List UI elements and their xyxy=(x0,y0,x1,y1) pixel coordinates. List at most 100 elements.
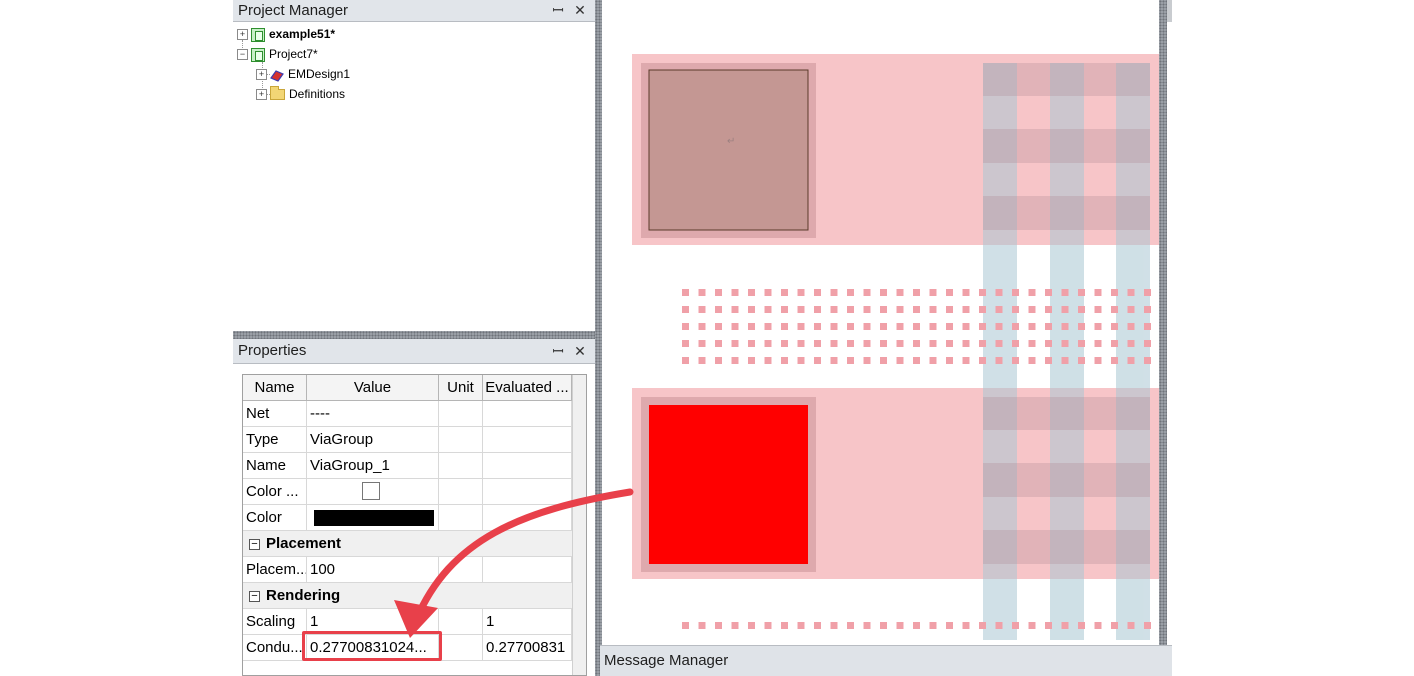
via-dot xyxy=(896,622,904,629)
via-dot xyxy=(1045,289,1052,296)
expand-icon[interactable]: + xyxy=(237,29,248,41)
tree-item-project7[interactable]: − Project7* xyxy=(237,45,318,63)
via-dot xyxy=(764,340,772,347)
collapse-icon[interactable]: − xyxy=(249,590,260,602)
svg-text:↵: ↵ xyxy=(727,136,735,147)
tree-item-label: Project7* xyxy=(269,47,318,61)
tree-item-emdesign1[interactable]: + EMDesign1 xyxy=(256,65,350,83)
layout-drawing: ↵ xyxy=(632,54,1159,640)
via-dot xyxy=(1094,622,1102,629)
column-header-unit[interactable]: Unit xyxy=(439,375,483,401)
via-dot xyxy=(682,323,689,330)
property-evaluated xyxy=(483,427,572,453)
property-name: Color ... xyxy=(243,479,307,505)
via-dot xyxy=(1045,306,1052,313)
expand-icon[interactable]: + xyxy=(256,69,267,81)
em-design-icon xyxy=(270,69,284,82)
via-dot xyxy=(1078,340,1085,347)
color-checkbox[interactable] xyxy=(362,482,380,500)
via-dot xyxy=(962,289,970,296)
properties-titlebar: Properties ꟷ ✕ xyxy=(233,339,595,364)
property-name: Placem... xyxy=(243,557,307,583)
pin-icon[interactable]: ꟷ xyxy=(549,339,567,363)
section-label: Placement xyxy=(266,535,342,552)
grid-header: Name Value Unit Evaluated ... xyxy=(243,375,572,401)
via-dot xyxy=(682,622,689,629)
via-dot xyxy=(797,306,805,313)
via-dot xyxy=(995,306,1003,313)
via-dot xyxy=(913,340,920,347)
via-dot xyxy=(1012,306,1019,313)
properties-title: Properties xyxy=(238,342,307,359)
via-dot xyxy=(715,323,722,330)
layout-canvas[interactable]: ↵ xyxy=(602,0,1159,640)
collapse-icon[interactable]: − xyxy=(249,538,260,550)
via-dot xyxy=(764,357,772,364)
via-dot xyxy=(715,357,722,364)
via-dot xyxy=(979,289,986,296)
via-dot xyxy=(962,622,970,629)
tree-item-definitions[interactable]: + Definitions xyxy=(256,85,345,103)
property-name: Color xyxy=(243,505,307,531)
property-unit xyxy=(439,427,483,453)
checker-top xyxy=(983,63,1150,230)
expand-icon[interactable]: + xyxy=(256,89,267,101)
property-value[interactable]: ---- xyxy=(307,401,439,427)
project-manager-titlebar: Project Manager ꟷ ✕ xyxy=(233,0,595,22)
via-dot xyxy=(863,622,871,629)
via-dot xyxy=(913,289,920,296)
column-header-evaluated[interactable]: Evaluated ... xyxy=(483,375,572,401)
via-dot xyxy=(929,289,937,296)
via-dot xyxy=(1028,340,1036,347)
via-dot xyxy=(781,323,788,330)
via-dot xyxy=(1061,340,1069,347)
tree-item-label: example51* xyxy=(269,27,336,41)
via-dot xyxy=(863,340,871,347)
via-dot xyxy=(1045,357,1052,364)
close-icon[interactable]: ✕ xyxy=(571,0,589,21)
column-header-value[interactable]: Value xyxy=(307,375,439,401)
annotation-arrow xyxy=(394,488,634,638)
folder-icon xyxy=(270,86,285,101)
property-value[interactable]: ViaGroup xyxy=(307,427,439,453)
property-evaluated xyxy=(483,401,572,427)
via-dot xyxy=(748,622,755,629)
via-dot xyxy=(995,340,1003,347)
via-dot xyxy=(995,289,1003,296)
via-dot xyxy=(797,340,805,347)
message-manager-title: Message Manager xyxy=(604,652,729,669)
via-dot xyxy=(698,323,706,330)
via-dot xyxy=(1144,306,1151,313)
pin-icon[interactable]: ꟷ xyxy=(549,0,567,21)
via-dot xyxy=(995,323,1003,330)
via-dot xyxy=(1045,340,1052,347)
via-dot xyxy=(698,357,706,364)
horizontal-splitter[interactable] xyxy=(233,331,595,339)
via-dot xyxy=(781,306,788,313)
via-dot xyxy=(715,289,722,296)
column-header-name[interactable]: Name xyxy=(243,375,307,401)
tree-item-example51[interactable]: + example51* xyxy=(237,25,335,43)
via-dot xyxy=(1061,289,1069,296)
via-dot xyxy=(814,289,821,296)
via-dot xyxy=(830,323,838,330)
via-dot xyxy=(979,323,986,330)
property-row-net[interactable]: Net ---- xyxy=(243,401,572,427)
via-dot xyxy=(946,306,953,313)
via-dot xyxy=(830,357,838,364)
collapse-icon[interactable]: − xyxy=(237,49,248,61)
via-dot xyxy=(1111,306,1118,313)
via-dot xyxy=(1094,306,1102,313)
via-dot xyxy=(913,357,920,364)
via-dot xyxy=(698,340,706,347)
via-dot xyxy=(1012,289,1019,296)
property-row-type[interactable]: Type ViaGroup xyxy=(243,427,572,453)
via-dot xyxy=(1028,357,1036,364)
via-dot xyxy=(929,323,937,330)
via-dot xyxy=(830,289,838,296)
property-unit xyxy=(439,401,483,427)
via-dot xyxy=(929,622,937,629)
via-dot xyxy=(929,357,937,364)
via-dot xyxy=(995,357,1003,364)
close-icon[interactable]: ✕ xyxy=(571,339,589,363)
